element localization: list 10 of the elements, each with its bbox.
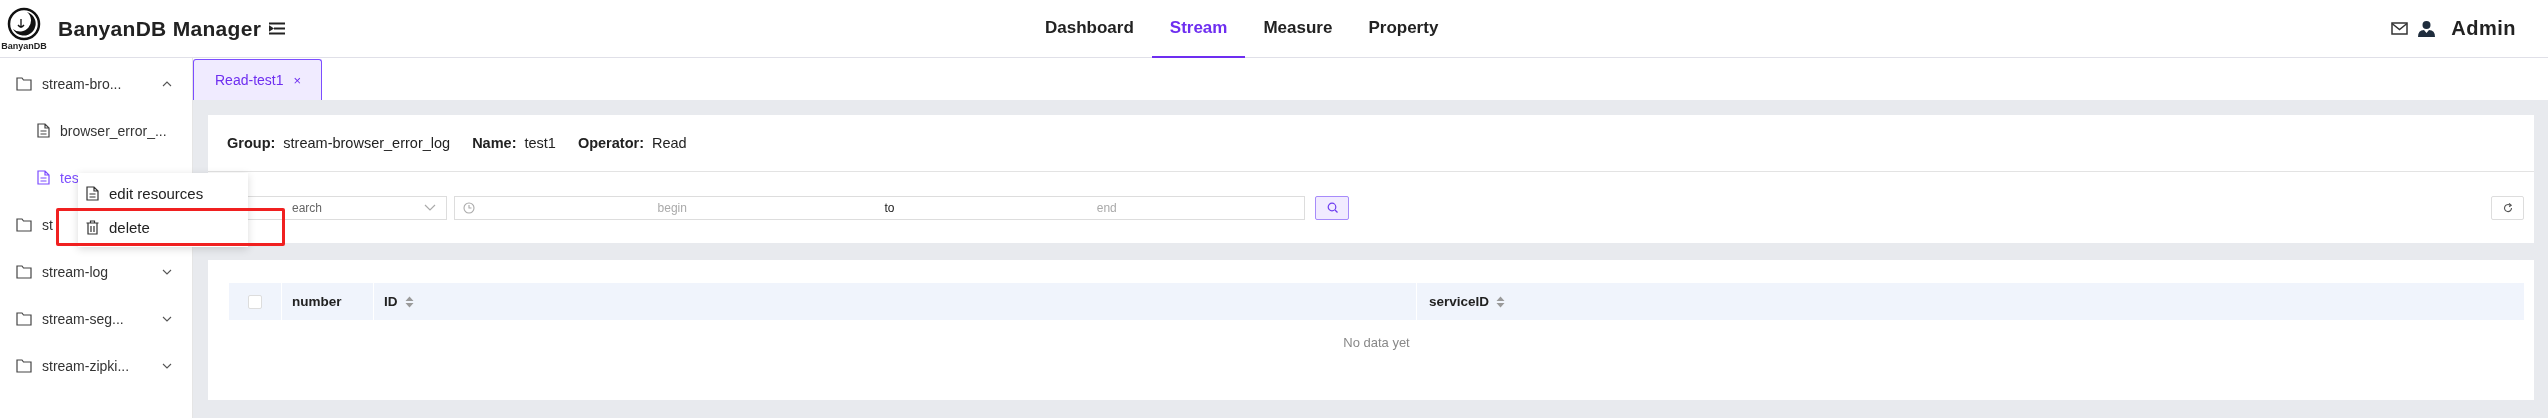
app-title: BanyanDB Manager: [58, 16, 262, 41]
logo: BanyanDB: [2, 6, 46, 51]
field-label: Name:: [472, 135, 517, 151]
field-label: Operator:: [577, 135, 644, 151]
field-label: Group:: [227, 135, 276, 151]
field-value: test1: [524, 135, 556, 151]
empty-message: No data yet: [1342, 334, 1411, 350]
field-value: Read: [652, 135, 687, 151]
field-value: stream-browser_error_log: [283, 135, 451, 151]
column-header: number: [282, 283, 374, 320]
